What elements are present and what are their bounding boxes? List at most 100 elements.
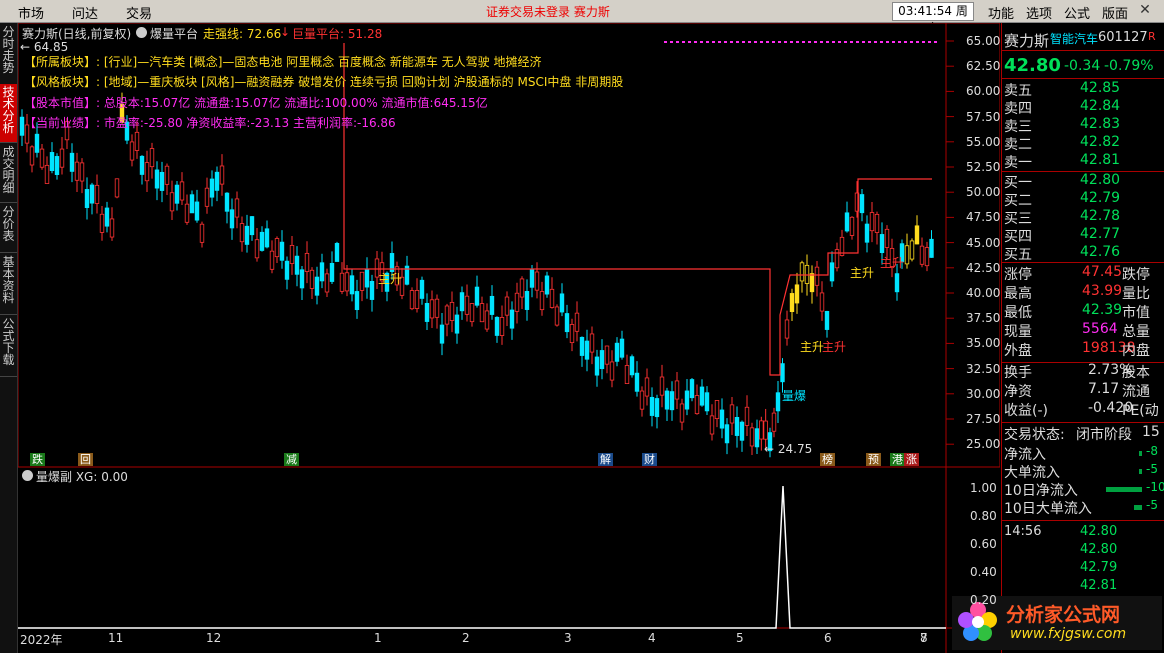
candle-body (289, 244, 295, 264)
menu-formula[interactable]: 公式 (1064, 3, 1090, 22)
dropdown-icon[interactable] (136, 27, 147, 38)
clock: 03:41:54 周六 (892, 2, 974, 35)
info-line-style: 【风格板块】: [地域]—重庆板块 [风格]—融资融券 破增发价 连续亏损 回购… (24, 75, 624, 89)
stat-label-2: 市值 (1122, 305, 1150, 321)
price-tick-label: 37.50 (966, 311, 1001, 326)
candle-body (324, 273, 330, 293)
event-tag[interactable]: 港 (890, 453, 905, 466)
event-tag[interactable]: 解 (598, 453, 613, 466)
candle-body (594, 356, 600, 376)
candle-body (909, 240, 915, 260)
candle-body (274, 238, 280, 258)
stat-value: 42.39 (1082, 302, 1123, 318)
date-tick-label: 11 (108, 631, 124, 645)
event-tag[interactable]: 财 (642, 453, 657, 466)
candle-body (34, 133, 40, 153)
flow-label: 10日大单流入 (1004, 501, 1092, 517)
tick-price: 42.79 (1080, 560, 1118, 575)
tab-technical[interactable]: 技术分析 (0, 84, 17, 143)
signal-label: 主升 (800, 340, 825, 354)
candle-body (284, 260, 290, 280)
bid-level-price: 42.76 (1080, 244, 1121, 260)
signal-label: 主升 (822, 340, 847, 354)
flow-bar (1139, 451, 1142, 456)
candle-body (49, 152, 55, 171)
indicator-name[interactable]: 爆量平台 (150, 25, 198, 42)
candle-body (209, 178, 215, 198)
trade-status-extra: 15 (1142, 424, 1160, 440)
menu-trade[interactable]: 交易 (126, 3, 152, 22)
candle-body (639, 390, 645, 410)
candle-body (469, 303, 475, 323)
candle-body (264, 228, 270, 248)
menu-options[interactable]: 选项 (1026, 3, 1052, 22)
tab-trades[interactable]: 成交明细 (0, 144, 17, 203)
candle-body (359, 271, 365, 291)
event-tag[interactable]: 回 (78, 453, 93, 466)
candle-body (344, 272, 350, 292)
watermark-title: 分析家公式网 (1006, 604, 1121, 626)
info-line-sector: 【所属板块】: [行业]—汽车类 [概念]—固态电池 阿里概念 百度概念 新能源… (24, 55, 542, 69)
candle-body (249, 216, 255, 236)
low-price-mark: ← 24.75 (764, 442, 813, 456)
candle-body (699, 386, 705, 406)
trade-status-label: 交易状态: (1004, 427, 1065, 443)
candle-body (364, 268, 370, 288)
candle-body (424, 302, 430, 322)
candle-body (529, 268, 535, 288)
event-tag[interactable]: 预 (866, 453, 881, 466)
stat-label: 外盘 (1004, 343, 1032, 359)
menu-function[interactable]: 功能 (988, 3, 1014, 22)
candle-body (449, 301, 455, 321)
candle-body (219, 165, 225, 185)
candle-body (104, 207, 110, 227)
tab-price-table[interactable]: 分价表 (0, 204, 17, 253)
candle-body (549, 288, 555, 308)
stock-category[interactable]: 智能汽车 (1050, 30, 1098, 47)
price-tick-label: 45.00 (966, 235, 1001, 250)
candle-body (771, 412, 777, 432)
sub-tick-label: 0.60 (970, 537, 997, 551)
candle-body (929, 238, 934, 258)
dropdown-icon[interactable] (22, 470, 33, 481)
tab-profile[interactable]: 基本资料 (0, 254, 17, 315)
candle-body (179, 181, 185, 201)
candle-body (474, 286, 480, 306)
menu-market[interactable]: 市场 (18, 3, 44, 22)
close-icon[interactable]: ✕ (1134, 2, 1156, 18)
candle-body (84, 189, 90, 208)
date-tick-label: 6 (824, 631, 832, 645)
candle-body (679, 403, 685, 423)
candle-body (564, 313, 570, 333)
candle-body (849, 216, 855, 236)
event-tag[interactable]: 减 (284, 453, 299, 466)
candle-body (834, 249, 840, 269)
tab-formula-download[interactable]: 公式下载 (0, 316, 17, 377)
ask-level-price: 42.81 (1080, 152, 1121, 168)
event-tag[interactable]: 跌 (30, 453, 45, 466)
ask-level-label: 卖五 (1004, 83, 1032, 99)
menu-layout[interactable]: 版面 (1102, 3, 1128, 22)
date-tick-label: 2 (462, 631, 470, 645)
tab-intraday[interactable]: 分时走势 (0, 24, 17, 85)
event-tag[interactable]: 涨 (904, 453, 919, 466)
event-tag[interactable]: 榜 (820, 453, 835, 466)
candle-body (254, 239, 260, 259)
candle-body (829, 262, 835, 282)
ask-level-label: 卖三 (1004, 119, 1032, 135)
candle-body (844, 212, 850, 232)
ask-level-label: 卖四 (1004, 101, 1032, 117)
candle-body (574, 312, 580, 332)
candle-body (239, 223, 245, 243)
candle-body (79, 162, 85, 182)
candle-body (439, 324, 445, 344)
arrow-down-icon: ↓ (280, 25, 291, 39)
ask-level-price: 42.83 (1080, 116, 1121, 132)
candle-body (884, 228, 890, 248)
menu-wenda[interactable]: 问达 (72, 3, 98, 22)
candle-body (534, 271, 540, 291)
candle-body (319, 262, 325, 282)
candle-body (544, 275, 550, 295)
stock-name: 赛力斯 (1004, 32, 1050, 50)
login-notice[interactable]: 证券交易未登录 赛力斯 (486, 3, 610, 20)
